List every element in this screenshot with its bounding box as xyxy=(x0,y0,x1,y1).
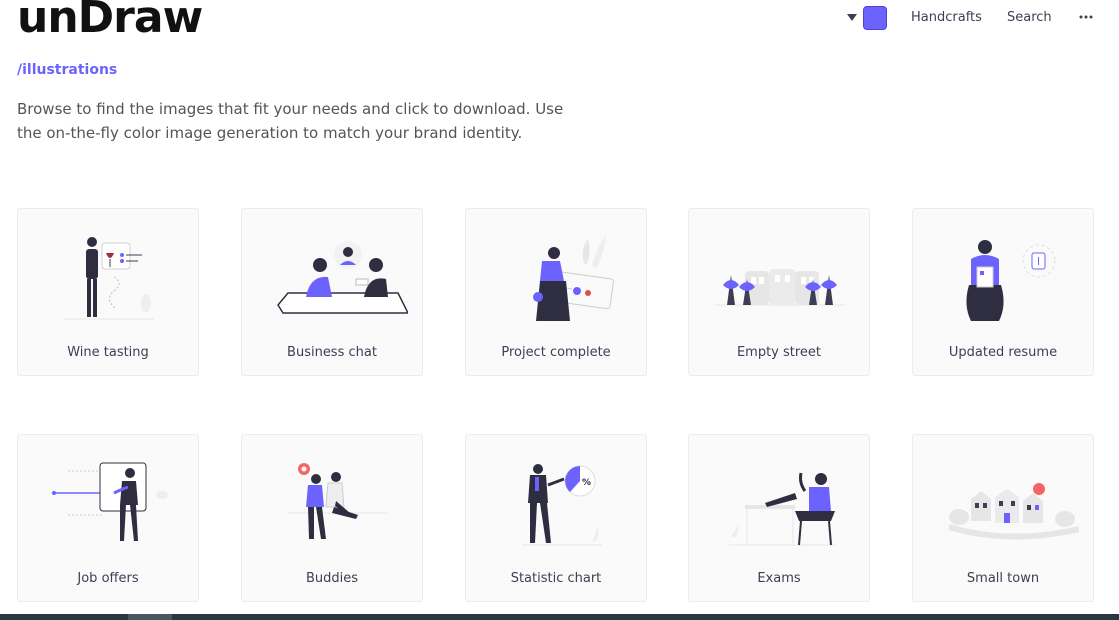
project-complete-illustration xyxy=(533,235,614,321)
site-logo[interactable]: unDraw xyxy=(17,0,203,44)
card-label: Buddies xyxy=(305,571,359,586)
card-label: Business chat xyxy=(287,345,377,360)
card-label: Exams xyxy=(757,571,801,586)
card-business-chat[interactable]: Business chat xyxy=(241,208,423,376)
more-dots-icon[interactable] xyxy=(1078,9,1094,25)
nav-search-link[interactable]: Search xyxy=(1007,10,1052,25)
empty-street-illustration xyxy=(715,269,845,306)
card-label: Small town xyxy=(966,571,1040,586)
bottom-bar-tab[interactable] xyxy=(128,614,172,620)
wine-tasting-illustration xyxy=(64,237,154,320)
color-picker-swatch[interactable] xyxy=(863,6,887,30)
browser-bottom-bar xyxy=(0,614,1119,620)
color-dropdown-arrow-icon[interactable] xyxy=(847,14,857,21)
exams-illustration xyxy=(729,472,835,546)
card-label: Statistic chart xyxy=(510,571,602,586)
card-empty-street[interactable]: Empty street xyxy=(688,208,870,376)
buddies-illustration xyxy=(288,463,388,539)
intro-text: Browse to find the images that fit your … xyxy=(17,100,564,142)
nav-handcrafts-link[interactable]: Handcrafts xyxy=(911,10,982,25)
card-statistic-chart[interactable]: % Statistic chart xyxy=(465,434,647,602)
card-label: Wine tasting xyxy=(67,345,149,360)
card-buddies[interactable]: Buddies xyxy=(241,434,423,602)
card-label: Empty street xyxy=(736,345,822,360)
card-exams[interactable]: Exams xyxy=(688,434,870,602)
card-wine-tasting[interactable]: Wine tasting xyxy=(17,208,199,376)
card-project-complete[interactable]: Project complete xyxy=(465,208,647,376)
card-label: Updated resume xyxy=(948,345,1058,360)
job-offers-illustration xyxy=(52,462,168,541)
updated-resume-illustration xyxy=(966,240,1056,321)
small-town-illustration xyxy=(948,483,1079,540)
card-label: Project complete xyxy=(501,345,611,360)
svg-text:%: % xyxy=(582,478,591,488)
statistic-chart-illustration: % xyxy=(522,464,602,546)
business-chat-illustration xyxy=(277,241,408,314)
card-small-town[interactable]: Small town xyxy=(912,434,1094,602)
card-label: Job offers xyxy=(77,571,139,586)
card-job-offers[interactable]: Job offers xyxy=(17,434,199,602)
page-subtitle[interactable]: /illustrations xyxy=(17,62,117,78)
card-updated-resume[interactable]: Updated resume xyxy=(912,208,1094,376)
